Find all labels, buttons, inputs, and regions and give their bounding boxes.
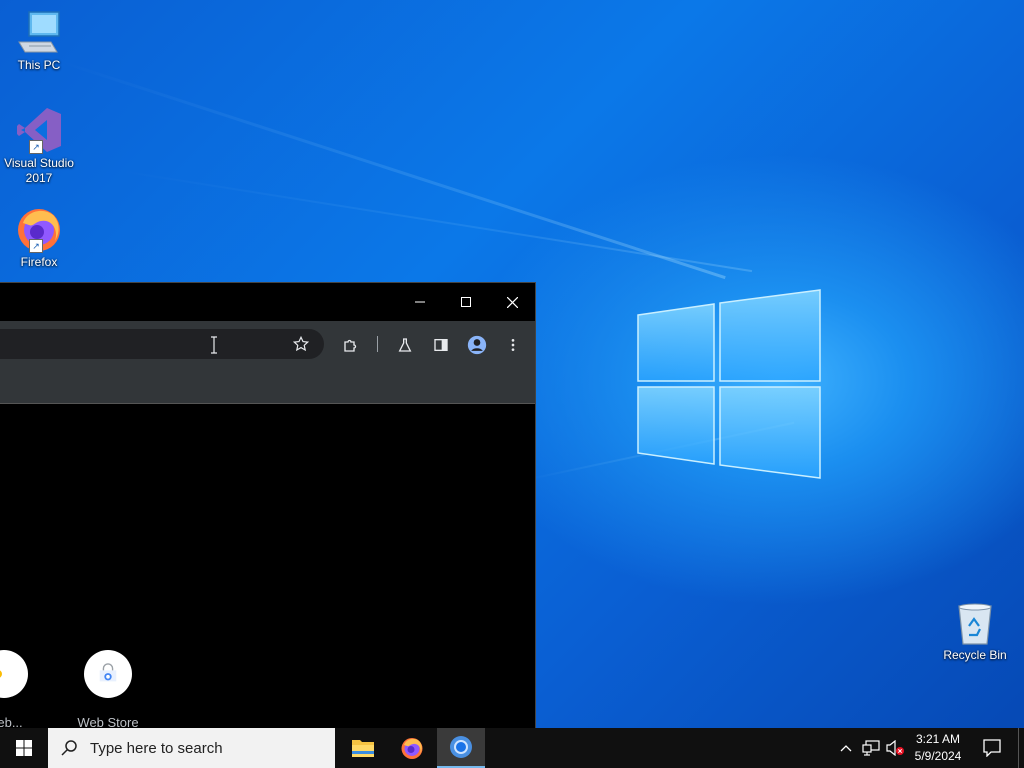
puzzle-icon: [344, 339, 357, 352]
text-cursor-icon: [211, 336, 217, 354]
minimize-button[interactable]: [397, 283, 443, 321]
taskbar-file-explorer[interactable]: [339, 728, 387, 768]
tile-icon-circle: [0, 650, 28, 698]
toolbar-divider: [377, 336, 378, 352]
desktop-icon-visual-studio[interactable]: ↗ Visual Studio 2017: [1, 106, 77, 186]
minimize-icon: [415, 301, 425, 303]
maximize-icon: [461, 297, 471, 307]
tile-icon-circle: [84, 650, 132, 698]
taskbar-chrome[interactable]: [437, 728, 485, 768]
network-icon: [862, 740, 880, 756]
address-bar[interactable]: [0, 329, 324, 359]
bookmark-star-icon[interactable]: [292, 335, 310, 353]
windows-start-icon: [16, 740, 32, 756]
side-panel-icon: [434, 339, 448, 351]
start-button[interactable]: [0, 728, 48, 768]
taskbar: Type here to search 3:21 AM 5/9/2024: [0, 728, 1024, 768]
bookmarks-bar: [0, 365, 535, 404]
folder-icon: [352, 740, 374, 757]
browser-titlebar[interactable]: [0, 283, 535, 321]
speaker-muted-icon: [886, 740, 904, 756]
computer-icon: [18, 11, 60, 53]
taskbar-firefox[interactable]: [388, 728, 436, 768]
desktop-icon-this-pc[interactable]: This PC: [1, 8, 77, 73]
show-hidden-icons-button[interactable]: [836, 728, 856, 768]
desktop-icon-recycle-bin[interactable]: Recycle Bin: [937, 602, 1013, 663]
maximize-button[interactable]: [443, 283, 489, 321]
desktop-icon-label: 2017: [25, 171, 53, 185]
close-button[interactable]: [489, 283, 535, 321]
profile-avatar-icon: [467, 335, 487, 355]
side-panel-button[interactable]: [431, 335, 451, 355]
profile-button[interactable]: [467, 335, 487, 355]
clock-time: 3:21 AM: [915, 732, 961, 746]
browser-toolbar: [0, 321, 535, 365]
chevron-up-icon: [840, 745, 852, 752]
volume-button[interactable]: [884, 728, 906, 768]
recycle-bin-icon: [958, 603, 992, 645]
search-placeholder: Type here to search: [90, 739, 223, 757]
firefox-icon: [401, 738, 423, 759]
labs-button[interactable]: [395, 335, 415, 355]
light-beam: [59, 60, 726, 280]
show-desktop-button[interactable]: [1018, 728, 1019, 768]
notification-icon: [983, 739, 1001, 757]
extensions-button[interactable]: [341, 335, 361, 355]
desktop-icon-label: Visual Studio: [4, 156, 74, 170]
desktop-icon-firefox[interactable]: ↗ Firefox: [1, 205, 77, 270]
chrome-icon: [450, 736, 472, 758]
windows-logo-wallpaper: [637, 289, 821, 479]
close-icon: [506, 296, 518, 308]
action-center-button[interactable]: [976, 728, 1008, 768]
web-store-icon: [99, 663, 117, 682]
tile-label: Web Store: [77, 715, 139, 729]
browser-window: Web... Web Store: [0, 282, 536, 729]
shortcut-tile-web[interactable]: Web...: [0, 650, 52, 729]
network-status-button[interactable]: [860, 728, 882, 768]
flask-icon: [398, 338, 412, 352]
desktop-icon-label: Firefox: [20, 255, 58, 269]
tile-label: Web...: [0, 715, 23, 729]
more-vert-icon: [511, 339, 515, 351]
desktop-icon-label: This PC: [17, 58, 61, 72]
webpage-favicon-icon: [0, 670, 2, 678]
search-icon: [61, 740, 77, 756]
taskbar-clock[interactable]: 3:21 AM 5/9/2024: [906, 728, 970, 768]
shortcut-arrow-icon: ↗: [29, 239, 43, 253]
desktop-icon-label: Recycle Bin: [943, 648, 1007, 662]
menu-button[interactable]: [503, 335, 523, 355]
shortcut-arrow-icon: ↗: [29, 140, 43, 154]
shortcut-tile-web-store[interactable]: Web Store: [60, 650, 156, 729]
clock-date: 5/9/2024: [914, 749, 962, 763]
new-tab-page: Web... Web Store: [0, 404, 535, 729]
taskbar-search-box[interactable]: Type here to search: [48, 728, 335, 768]
